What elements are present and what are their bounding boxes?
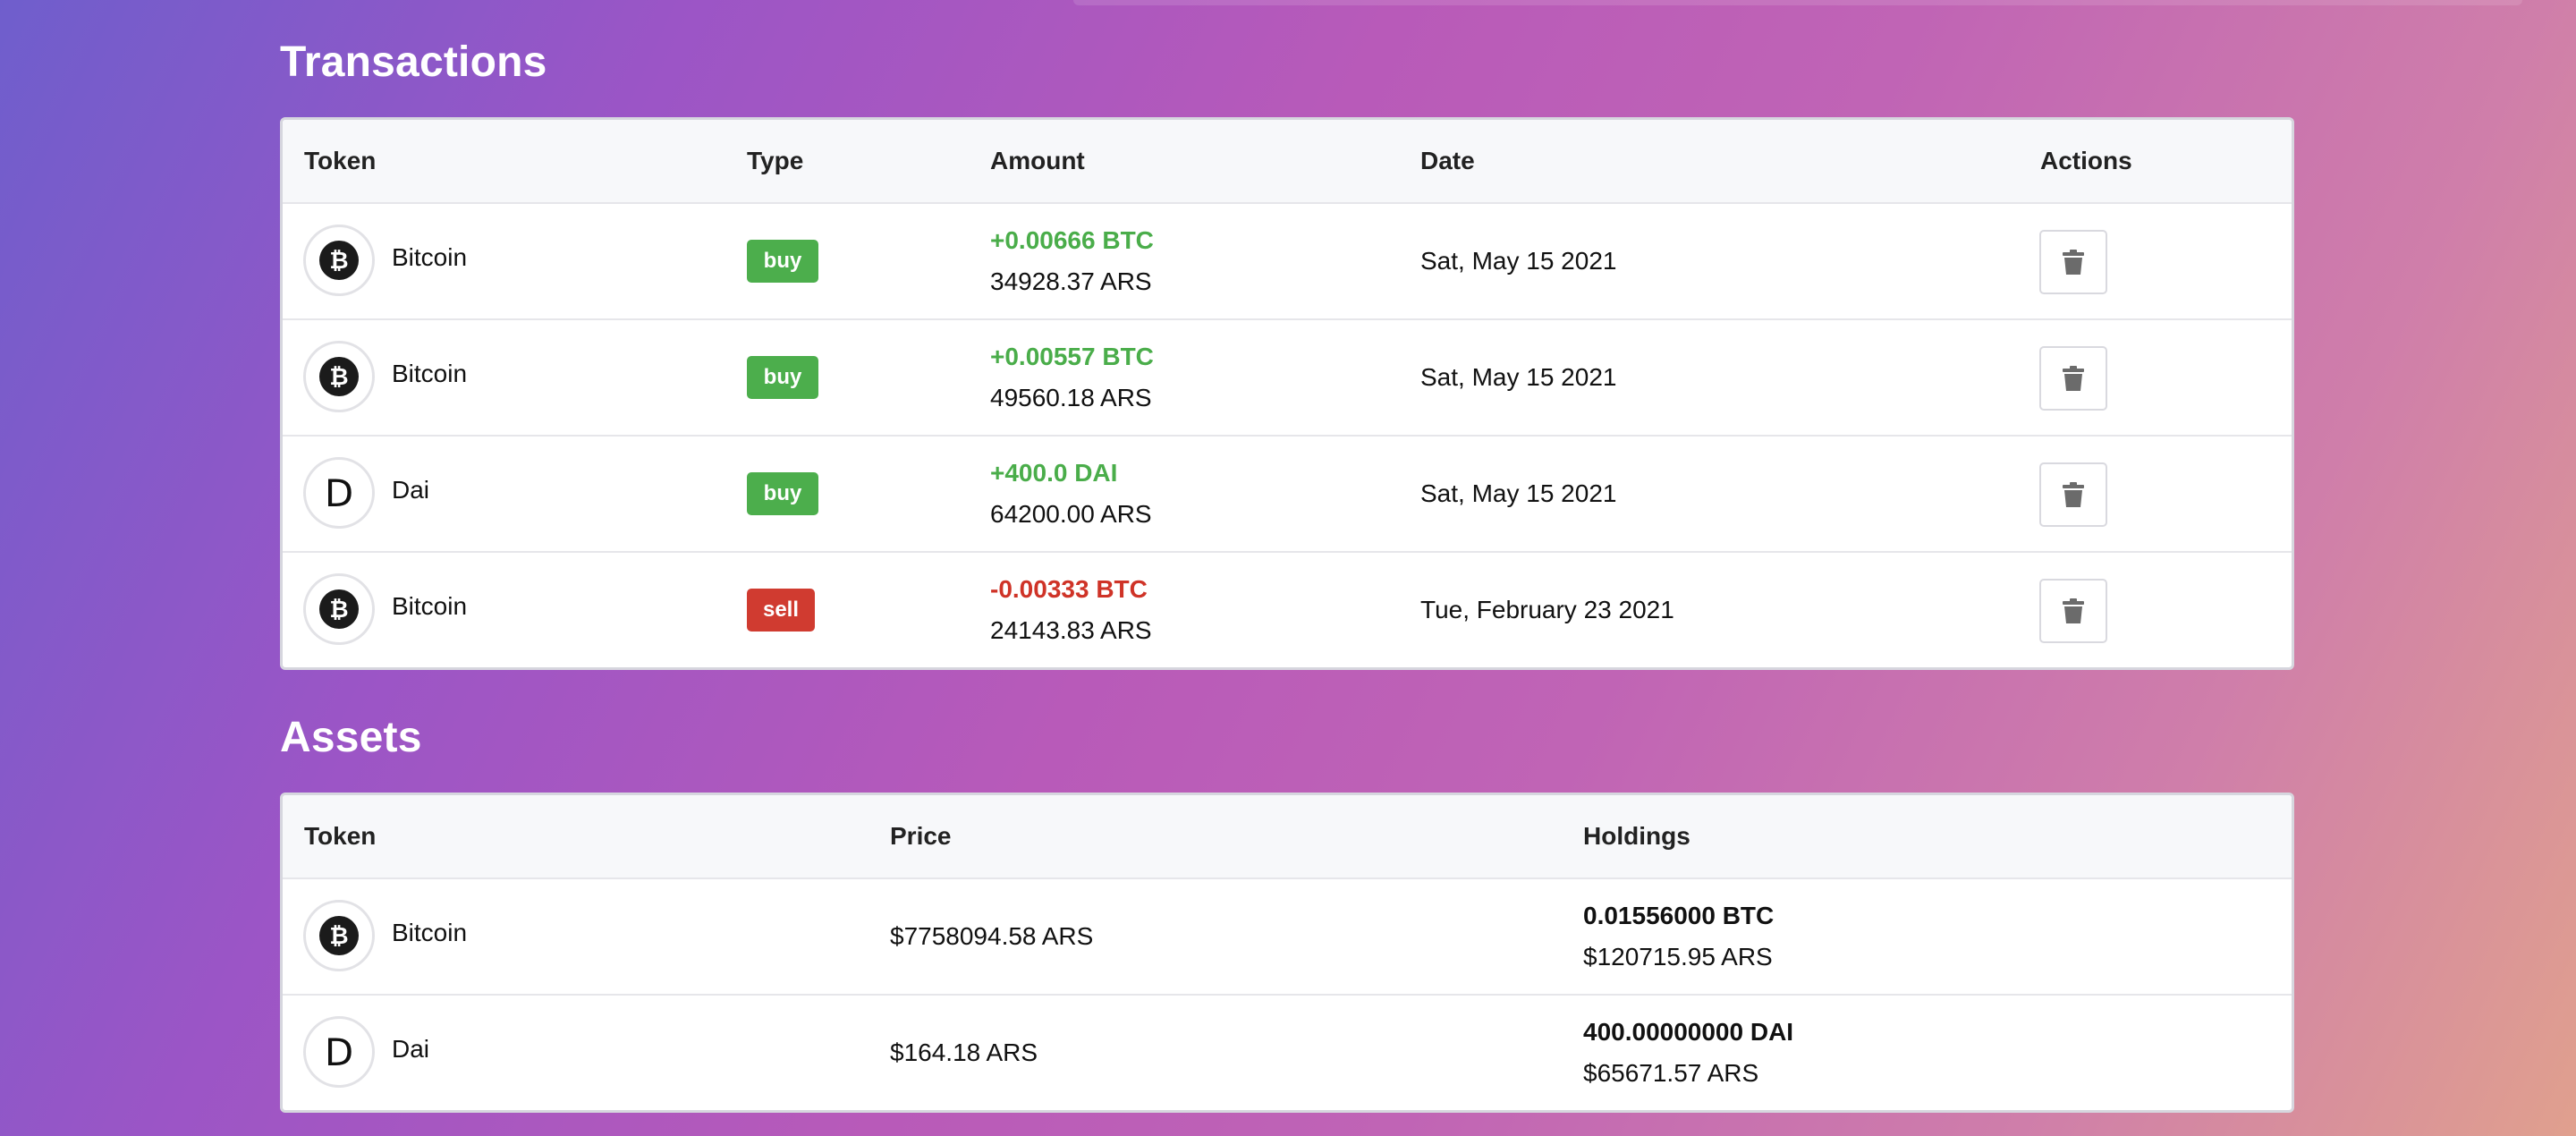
token-name: Bitcoin (392, 592, 468, 620)
delete-button[interactable] (2039, 462, 2107, 527)
amount-fiat: 24143.83 ARS (990, 616, 1152, 644)
trash-icon (2063, 598, 2084, 623)
dai-icon: D (303, 1016, 375, 1088)
top-strip (1073, 0, 2522, 5)
asset-price: $7758094.58 ARS (890, 922, 1094, 950)
token-name: Bitcoin (392, 919, 468, 946)
header-date: Date (1420, 147, 1475, 174)
header-token: Token (304, 822, 377, 850)
holdings-amount: 0.01556000 BTC (1583, 902, 1775, 929)
table-row: ₿ Bitcoin $7758094.58 ARS 0.01556000 BTC… (283, 877, 2292, 994)
amount-crypto: +0.00666 BTC (990, 226, 1154, 254)
dai-icon: D (303, 457, 375, 529)
token-name: Bitcoin (392, 360, 468, 387)
table-row: ₿ Bitcoin buy +0.00557 BTC 49560.18 ARS … (283, 318, 2292, 435)
header-holdings: Holdings (1583, 822, 1690, 850)
type-badge-buy: buy (747, 240, 818, 283)
holdings-amount: 400.00000000 DAI (1583, 1018, 1794, 1046)
token-name: Dai (392, 1035, 430, 1063)
transaction-date: Sat, May 15 2021 (1420, 363, 1617, 391)
transaction-date: Tue, February 23 2021 (1420, 596, 1674, 623)
asset-price: $164.18 ARS (890, 1039, 1038, 1066)
trash-icon (2063, 366, 2084, 391)
trash-icon (2063, 250, 2084, 275)
token-name: Bitcoin (392, 243, 468, 271)
transactions-header-row: Token Type Amount Date Actions (283, 120, 2292, 202)
holdings-fiat: $120715.95 ARS (1583, 943, 1773, 971)
bitcoin-icon: ₿ (303, 341, 375, 412)
assets-table: Token Price Holdings ₿ Bitcoin $7758094.… (280, 793, 2294, 1113)
bitcoin-icon: ₿ (303, 573, 375, 645)
header-amount: Amount (990, 147, 1085, 174)
table-row: ₿ Bitcoin buy +0.00666 BTC 34928.37 ARS … (283, 202, 2292, 318)
amount-crypto: +400.0 DAI (990, 459, 1118, 487)
assets-header-row: Token Price Holdings (283, 795, 2292, 877)
header-price: Price (890, 822, 952, 850)
bitcoin-icon: ₿ (303, 900, 375, 971)
transaction-date: Sat, May 15 2021 (1420, 479, 1617, 507)
bitcoin-icon: ₿ (303, 225, 375, 296)
transactions-table: Token Type Amount Date Actions ₿ Bitcoin… (280, 117, 2294, 670)
amount-fiat: 49560.18 ARS (990, 384, 1152, 411)
header-token: Token (304, 147, 377, 174)
amount-fiat: 34928.37 ARS (990, 267, 1152, 295)
type-badge-sell: sell (747, 589, 815, 632)
amount-fiat: 64200.00 ARS (990, 500, 1152, 528)
amount-crypto: +0.00557 BTC (990, 343, 1154, 370)
header-actions: Actions (2040, 147, 2132, 174)
transactions-title: Transactions (280, 38, 547, 86)
type-badge-buy: buy (747, 356, 818, 399)
amount-crypto: -0.00333 BTC (990, 575, 1148, 603)
table-row: D Dai $164.18 ARS 400.00000000 DAI $6567… (283, 994, 2292, 1110)
holdings-fiat: $65671.57 ARS (1583, 1059, 1759, 1087)
table-row: D Dai buy +400.0 DAI 64200.00 ARS Sat, M… (283, 435, 2292, 551)
transaction-date: Sat, May 15 2021 (1420, 247, 1617, 275)
type-badge-buy: buy (747, 472, 818, 515)
trash-icon (2063, 482, 2084, 507)
assets-title: Assets (280, 714, 422, 761)
delete-button[interactable] (2039, 230, 2107, 294)
delete-button[interactable] (2039, 579, 2107, 643)
delete-button[interactable] (2039, 346, 2107, 411)
header-type: Type (747, 147, 804, 174)
token-name: Dai (392, 476, 430, 504)
table-row: ₿ Bitcoin sell -0.00333 BTC 24143.83 ARS… (283, 551, 2292, 667)
